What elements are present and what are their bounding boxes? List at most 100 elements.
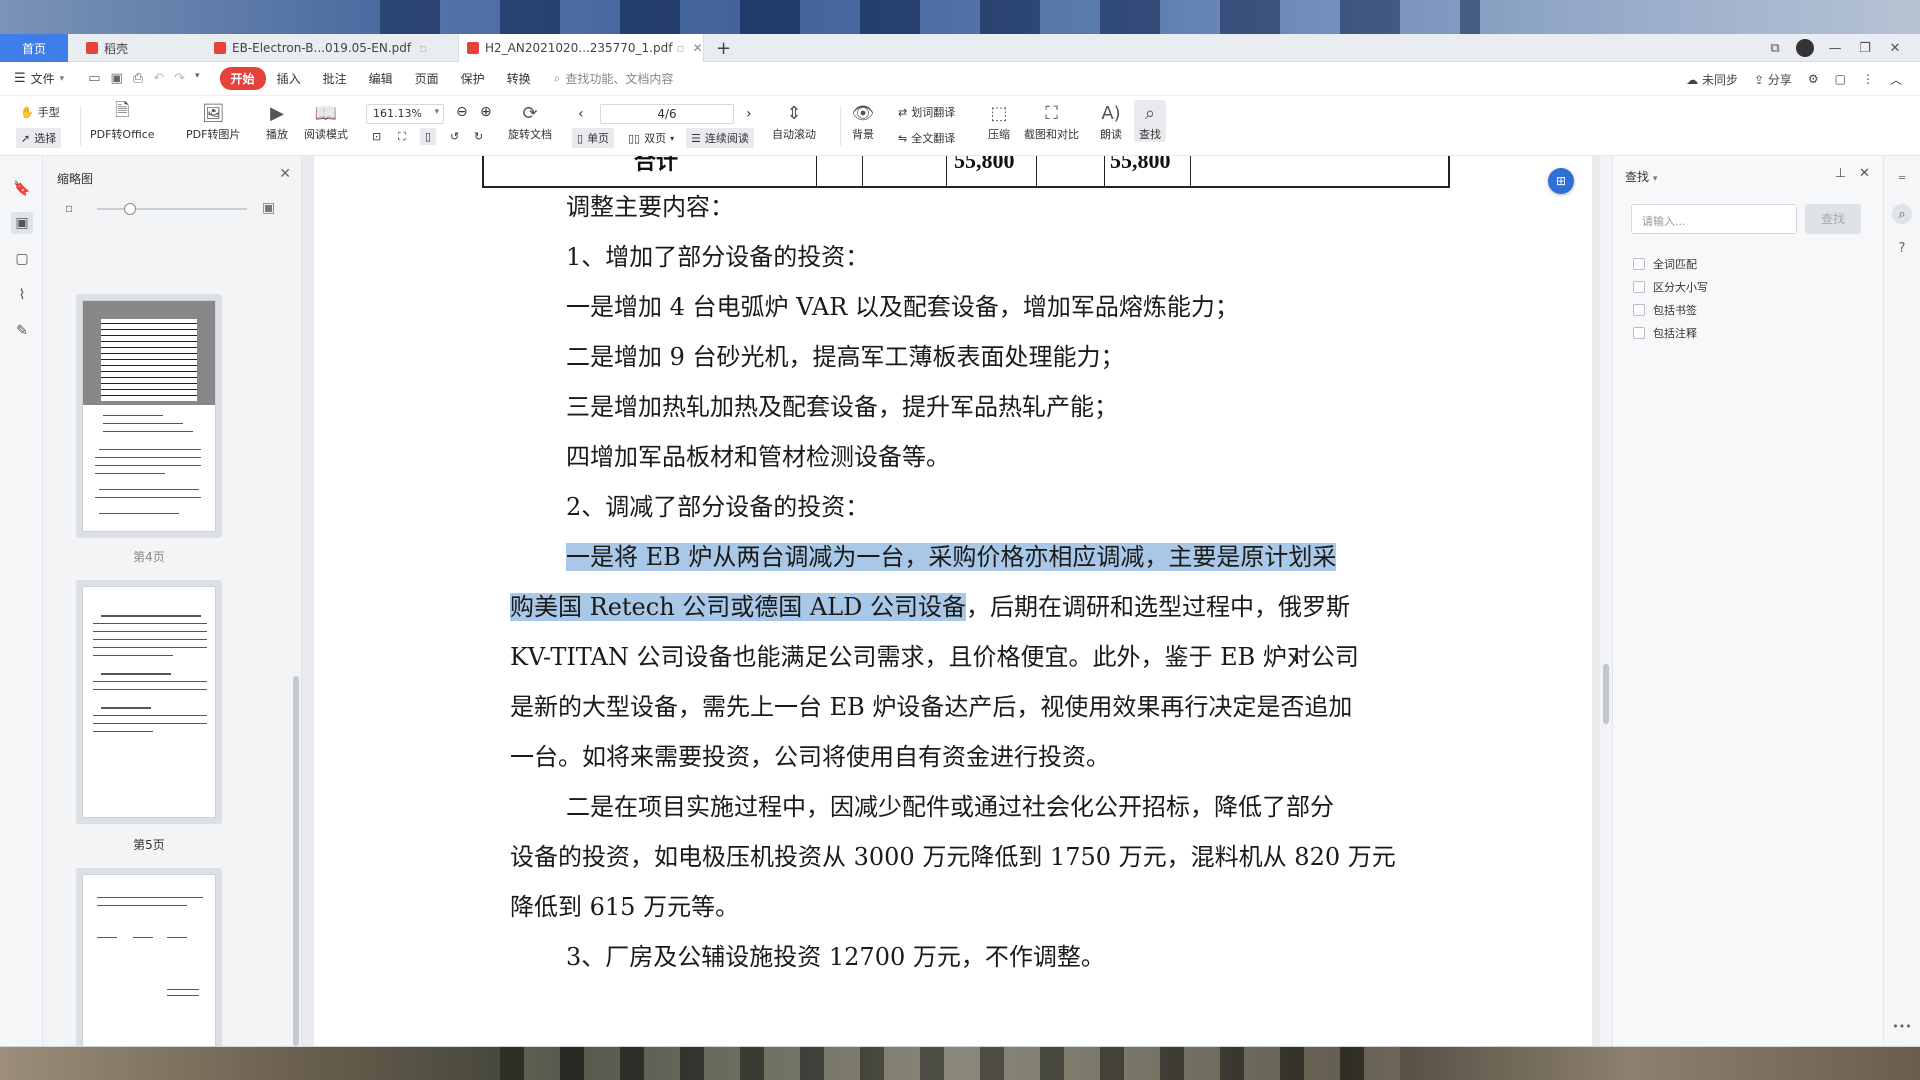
open-folder-icon[interactable]: ▭ bbox=[88, 71, 100, 86]
find-panel-title[interactable]: 查找 ▾ bbox=[1625, 168, 1657, 185]
thumbnail-icon[interactable]: ▣ bbox=[11, 212, 33, 234]
fit-width-icon[interactable]: ▯ bbox=[420, 128, 437, 145]
actual-size-icon[interactable]: ⊡ bbox=[372, 130, 381, 143]
sync-button[interactable]: ☁ 未同步 bbox=[1686, 71, 1738, 88]
save-icon[interactable]: ▣ bbox=[111, 71, 123, 86]
new-tab-button[interactable]: + bbox=[716, 38, 731, 59]
double-page-button[interactable]: ▯▯ 双页 ▾ bbox=[628, 130, 674, 146]
play-button[interactable]: ▶ 播放 bbox=[264, 100, 290, 142]
tab-home[interactable]: 首页 bbox=[0, 34, 68, 62]
option-whole-word[interactable]: 全词匹配 bbox=[1633, 256, 1697, 272]
tab-eb-electron-pdf[interactable]: EB-Electron-B...019.05-EN.pdf ▫ bbox=[206, 34, 456, 62]
thumbnail-panel: 缩略图 ✕ ▫ ▣ 第4页 第5页 bbox=[43, 156, 302, 1046]
option-match-case[interactable]: 区分大小写 bbox=[1633, 279, 1708, 295]
option-include-comments[interactable]: 包括注释 bbox=[1633, 325, 1697, 341]
more-icon[interactable]: ⋮ bbox=[1862, 72, 1874, 86]
auto-scroll-button[interactable]: ⇕ 自动滚动 bbox=[772, 100, 816, 142]
next-page-icon[interactable]: › bbox=[746, 106, 752, 122]
share-icon: ⇪ bbox=[1753, 72, 1765, 87]
checkbox[interactable] bbox=[1633, 258, 1645, 270]
redo-icon[interactable]: ↷ bbox=[174, 71, 185, 86]
document-scrollbar[interactable] bbox=[1600, 156, 1612, 1046]
search-icon[interactable]: ⌕ bbox=[1892, 204, 1912, 224]
find-submit-button[interactable]: 查找 bbox=[1805, 204, 1861, 234]
pin-icon[interactable]: ⊥ bbox=[1835, 166, 1846, 181]
settings-icon[interactable]: ⚙ bbox=[1808, 72, 1819, 86]
pdf-to-image-button[interactable]: 🖼 PDF转图片 bbox=[186, 100, 240, 142]
thumbnail-lower-page bbox=[83, 405, 215, 531]
close-panel-icon[interactable]: ✕ bbox=[1859, 166, 1870, 181]
select-tool-button[interactable]: ➚ 选择 bbox=[16, 128, 62, 148]
print-icon[interactable]: ⎙ bbox=[133, 71, 143, 86]
avatar[interactable] bbox=[1796, 39, 1814, 57]
menu-tab-convert[interactable]: 转换 bbox=[496, 67, 542, 90]
thumbnail-size-slider[interactable]: ▫ ▣ bbox=[57, 200, 287, 218]
floating-tool-button[interactable]: ⊞ bbox=[1548, 168, 1574, 194]
slider-knob[interactable] bbox=[124, 203, 136, 215]
rotate-left-icon[interactable]: ↺ bbox=[450, 130, 459, 143]
find-button[interactable]: ⌕ 查找 bbox=[1134, 100, 1166, 142]
zoom-in-icon[interactable]: ⊕ bbox=[480, 104, 492, 120]
close-tab-icon[interactable]: ✕ bbox=[693, 41, 703, 55]
page-number-input[interactable]: 4/6 bbox=[600, 104, 734, 124]
read-aloud-button[interactable]: A) 朗读 bbox=[1098, 100, 1124, 142]
restore-icon[interactable]: ❐ bbox=[1850, 41, 1880, 56]
scrollbar-thumb[interactable] bbox=[1603, 664, 1609, 724]
bookmark-icon[interactable]: 🔖 bbox=[11, 178, 33, 200]
comment-icon[interactable]: ▢ bbox=[1835, 72, 1846, 86]
zoom-select[interactable]: 161.13% ▾ bbox=[366, 104, 444, 124]
thumbnail-scrollbar[interactable] bbox=[293, 676, 299, 1046]
single-page-button[interactable]: ▯ 单页 bbox=[572, 128, 615, 148]
close-window-icon[interactable]: ✕ bbox=[1880, 41, 1910, 56]
rotate-right-icon[interactable]: ↻ bbox=[474, 130, 483, 143]
menu-tab-edit[interactable]: 编辑 bbox=[358, 67, 404, 90]
background-button[interactable]: 👁 背景 bbox=[850, 100, 876, 142]
thumbnail-page-6[interactable] bbox=[76, 868, 222, 1046]
signature-icon[interactable]: ✎ bbox=[11, 320, 33, 342]
menu-tab-annotate[interactable]: 批注 bbox=[312, 67, 358, 90]
prev-page-icon[interactable]: ‹ bbox=[578, 106, 584, 122]
paragraph-line: 一台。如将来需要投资，公司将使用自有资金进行投资。 bbox=[510, 743, 1110, 771]
minimize-icon[interactable]: — bbox=[1820, 41, 1850, 56]
selected-text[interactable]: 购美国 Retech 公司或德国 ALD 公司设备 bbox=[510, 593, 967, 621]
hand-tool-button[interactable]: ✋ 手型 bbox=[20, 104, 60, 120]
word-translate-button[interactable]: ⇄ 划词翻译 bbox=[898, 104, 955, 120]
menu-tab-protect[interactable]: 保护 bbox=[450, 67, 496, 90]
thumbnail-page-5[interactable] bbox=[76, 580, 222, 824]
selected-text[interactable]: 一是将 EB 炉从两台调减为一台，采购价格亦相应调减，主要是原计划采 bbox=[566, 543, 1337, 571]
close-panel-icon[interactable]: ✕ bbox=[279, 166, 291, 182]
thumbnail-page-4[interactable] bbox=[76, 294, 222, 538]
undo-icon[interactable]: ↶ bbox=[153, 71, 164, 86]
zoom-out-icon[interactable]: ⊖ bbox=[456, 104, 468, 120]
checkbox[interactable] bbox=[1633, 327, 1645, 339]
find-input[interactable]: 请输入... bbox=[1631, 204, 1797, 234]
multi-window-icon[interactable]: ⧉ bbox=[1760, 41, 1790, 56]
share-button[interactable]: ⇪ 分享 bbox=[1754, 71, 1792, 88]
menu-tab-page[interactable]: 页面 bbox=[404, 67, 450, 90]
help-icon[interactable]: ? bbox=[1892, 238, 1912, 258]
customize-icon[interactable]: ▾ bbox=[195, 71, 200, 86]
read-mode-button[interactable]: 📖 阅读模式 bbox=[304, 100, 348, 142]
comment-icon[interactable]: ▢ bbox=[11, 248, 33, 270]
pdf-to-office-button[interactable]: 🗎 PDF转Office bbox=[90, 100, 155, 142]
checkbox[interactable] bbox=[1633, 304, 1645, 316]
more-icon[interactable]: ••• bbox=[1892, 1016, 1912, 1036]
thumbnail-text-line bbox=[101, 615, 201, 617]
file-menu[interactable]: ☰ 文件 ▾ bbox=[14, 70, 64, 87]
rotate-document-button[interactable]: ⟳ 旋转文档 bbox=[508, 100, 552, 142]
screenshot-compare-button[interactable]: ⛶ 截图和对比 bbox=[1024, 100, 1079, 142]
tab-h2-an-pdf[interactable]: H2_AN2021020...235770_1.pdf ▫ ✕ bbox=[458, 34, 704, 62]
checkbox[interactable] bbox=[1633, 281, 1645, 293]
continuous-read-button[interactable]: ☰ 连续阅读 bbox=[686, 128, 754, 148]
full-translate-button[interactable]: ⇋ 全文翻译 bbox=[898, 130, 955, 146]
command-search[interactable]: ⌕ 查找功能、文档内容 bbox=[554, 70, 674, 87]
attachment-icon[interactable]: ⌇ bbox=[11, 284, 33, 306]
compress-button[interactable]: ⬚ 压缩 bbox=[986, 100, 1012, 142]
panel-collapse-icon[interactable]: ═ bbox=[1892, 168, 1912, 188]
tab-docer[interactable]: 稻壳 bbox=[78, 34, 202, 62]
fit-page-icon[interactable]: ⛶ bbox=[398, 130, 406, 144]
menu-tab-insert[interactable]: 插入 bbox=[266, 67, 312, 90]
option-include-bookmarks[interactable]: 包括书签 bbox=[1633, 302, 1697, 318]
menu-tab-start[interactable]: 开始 bbox=[219, 67, 266, 90]
collapse-ribbon-icon[interactable]: ︿ bbox=[1890, 71, 1902, 88]
